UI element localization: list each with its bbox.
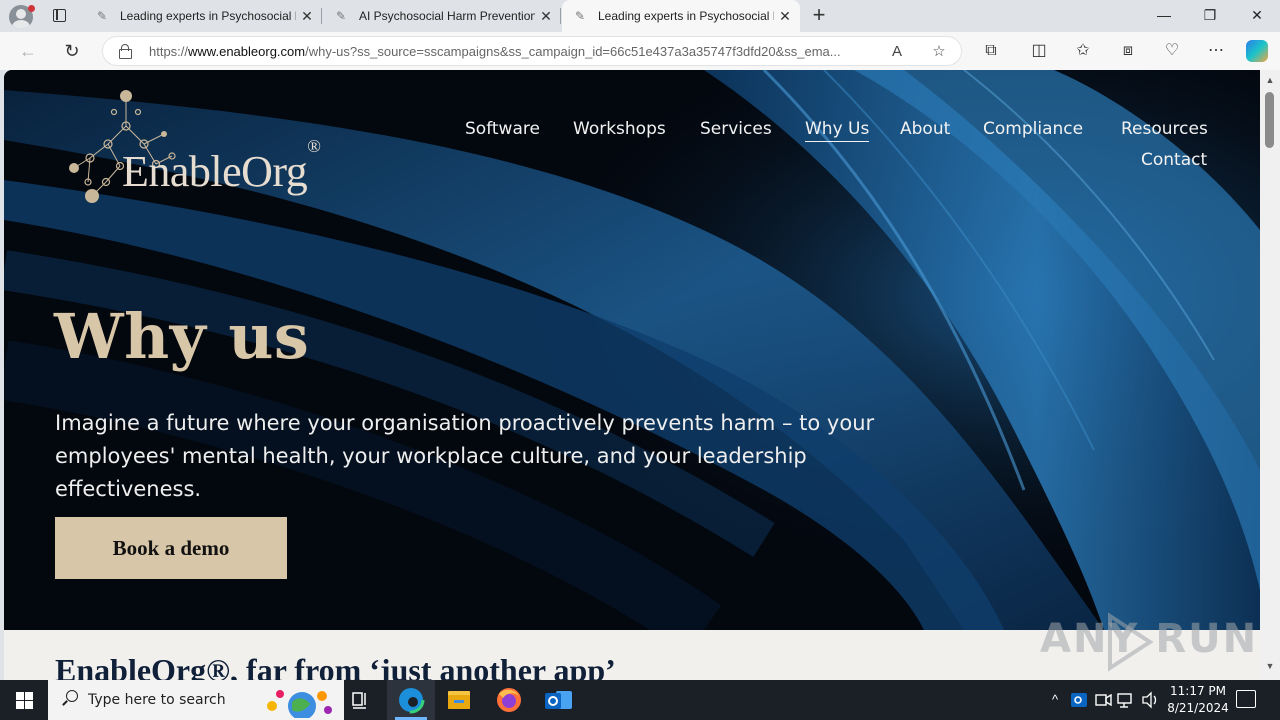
nav-contact[interactable]: Contact	[1141, 150, 1207, 170]
browser-tab-strip: ✎ Leading experts in Psychosocial R ✕ ✎ …	[0, 0, 1280, 32]
hero-title: Why us	[54, 300, 310, 373]
lock-icon[interactable]	[119, 44, 132, 59]
tab-actions-icon[interactable]	[48, 6, 70, 26]
outlook-icon[interactable]	[534, 680, 582, 720]
windows-taskbar: Type here to search ^ 11:17 PM 8/21/2024	[0, 680, 1280, 720]
windows-start-icon[interactable]	[0, 680, 48, 720]
browser-toolbar: ← ↻ https://www.enableorg.com/why-us?ss_…	[0, 32, 1280, 70]
nav-services[interactable]: Services	[700, 119, 772, 139]
browser-tab-2[interactable]: ✎ AI Psychosocial Harm Prevention ✕	[323, 0, 561, 32]
url-path: /why-us?ss_source=sscampaigns&ss_campaig…	[305, 44, 841, 59]
minimize-icon[interactable]: —	[1149, 4, 1179, 26]
screen: ✎ Leading experts in Psychosocial R ✕ ✎ …	[0, 0, 1280, 720]
nav-compliance[interactable]: Compliance	[983, 119, 1083, 139]
anyrun-watermark: ANY RUN	[1040, 612, 1256, 672]
close-icon[interactable]: ✕	[296, 8, 318, 25]
book-demo-button[interactable]: Book a demo	[55, 517, 287, 579]
browser-tab-1[interactable]: ✎ Leading experts in Psychosocial R ✕	[84, 0, 322, 32]
scroll-up-arrow-icon[interactable]: ▲	[1264, 74, 1276, 86]
favorite-star-icon[interactable]: ☆	[929, 42, 949, 62]
page-favicon-icon: ✎	[96, 9, 108, 23]
edge-browser-icon[interactable]	[387, 680, 435, 720]
clock-date: 8/21/2024	[1167, 701, 1229, 715]
split-screen-icon[interactable]: ◫	[1027, 40, 1051, 62]
settings-more-icon[interactable]: ⋯	[1204, 40, 1228, 62]
nav-why-us[interactable]: Why Us	[805, 119, 870, 142]
taskbar-search-box[interactable]: Type here to search	[48, 680, 344, 720]
close-icon[interactable]: ✕	[535, 8, 557, 25]
tab-title: AI Psychosocial Harm Prevention	[359, 9, 535, 23]
outlook-tray-icon[interactable]	[1068, 680, 1090, 720]
nav-resources[interactable]: Resources	[1121, 119, 1208, 139]
search-highlight-globe-icon	[267, 690, 332, 718]
section-title: EnableOrg®, far from ‘just another app’	[55, 652, 616, 680]
nav-workshops[interactable]: Workshops	[573, 119, 666, 139]
tab-title: Leading experts in Psychosocial R	[120, 9, 296, 23]
page-favicon-icon: ✎	[574, 9, 586, 23]
window-close-icon[interactable]: ✕	[1242, 4, 1272, 26]
read-aloud-icon[interactable]: A	[887, 42, 907, 62]
refresh-icon[interactable]: ↻	[60, 40, 84, 62]
show-hidden-icons-chevron-icon[interactable]: ^	[1046, 680, 1064, 720]
page-favicon-icon: ✎	[335, 9, 347, 23]
logo-wordmark: EnableOrg	[122, 147, 308, 196]
profile-notification-dot	[28, 5, 35, 12]
extensions-icon[interactable]: ⧉	[979, 40, 1003, 62]
enableorg-logo-text[interactable]: EnableOrg®	[122, 136, 321, 197]
browser-essentials-icon[interactable]: ♡	[1160, 40, 1184, 62]
copilot-icon[interactable]	[1246, 40, 1268, 62]
search-icon	[62, 690, 78, 706]
url-scheme: https://	[149, 44, 189, 59]
collections-icon[interactable]: ⧈	[1116, 40, 1140, 62]
scroll-thumb[interactable]	[1265, 92, 1274, 148]
taskbar-search-placeholder: Type here to search	[88, 692, 226, 708]
registered-mark: ®	[307, 136, 321, 157]
clock-time: 11:17 PM	[1170, 684, 1226, 698]
url-text[interactable]: https://www.enableorg.com/why-us?ss_sour…	[149, 44, 889, 59]
firefox-icon[interactable]	[485, 680, 533, 720]
new-tab-plus-icon[interactable]: +	[808, 4, 830, 26]
page-viewport: EnableOrg® Software Workshops Services W…	[4, 70, 1260, 680]
file-explorer-icon[interactable]	[435, 680, 483, 720]
page-scrollbar[interactable]: ▲ ▼	[1260, 70, 1280, 680]
hero-subtitle: Imagine a future where your organisation…	[55, 411, 875, 501]
meet-now-icon[interactable]	[1093, 680, 1113, 720]
network-icon[interactable]	[1116, 680, 1136, 720]
nav-software[interactable]: Software	[465, 119, 540, 139]
tab-title: Leading experts in Psychosocial R	[598, 9, 774, 23]
notification-center-icon[interactable]	[1236, 690, 1256, 708]
scroll-down-arrow-icon[interactable]: ▼	[1264, 660, 1276, 672]
hero-section: EnableOrg® Software Workshops Services W…	[4, 70, 1260, 630]
address-bar[interactable]: https://www.enableorg.com/why-us?ss_sour…	[102, 36, 962, 66]
nav-about[interactable]: About	[900, 119, 950, 139]
volume-icon[interactable]	[1140, 680, 1160, 720]
task-view-icon[interactable]	[336, 680, 384, 720]
restore-icon[interactable]: ❐	[1195, 4, 1225, 26]
favorites-icon[interactable]: ✩	[1071, 40, 1095, 62]
url-host: www.enableorg.com	[188, 44, 306, 59]
browser-tab-3-active[interactable]: ✎ Leading experts in Psychosocial R ✕	[562, 0, 800, 32]
watermark-text: ANY RUN	[1040, 616, 1259, 662]
back-arrow-icon[interactable]: ←	[16, 40, 40, 62]
taskbar-clock[interactable]: 11:17 PM 8/21/2024	[1162, 683, 1234, 717]
close-icon[interactable]: ✕	[774, 8, 796, 25]
